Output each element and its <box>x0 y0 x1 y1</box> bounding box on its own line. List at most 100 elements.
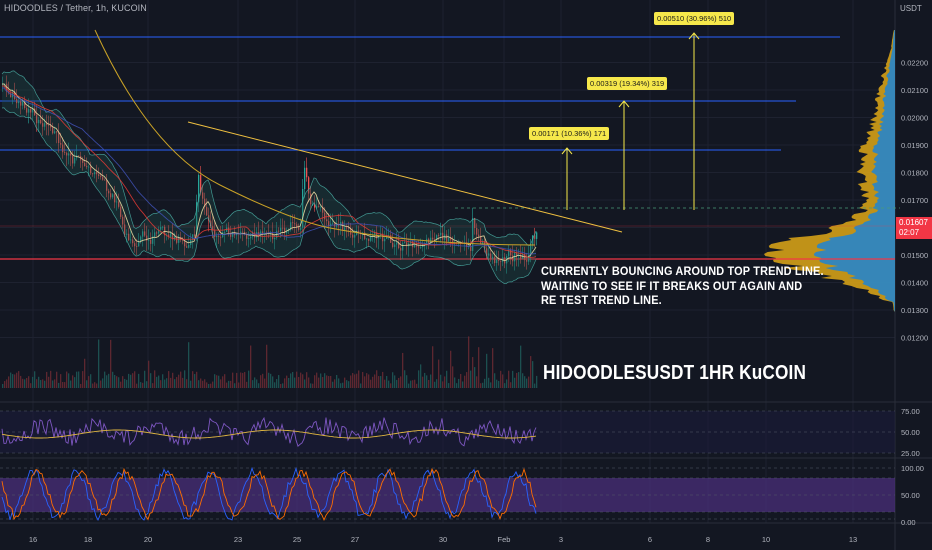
target-label-3: 0.00510 (30.96%) 510 <box>654 12 735 25</box>
volume-bar <box>64 382 66 388</box>
volume-bar <box>518 372 520 388</box>
volume-bar <box>488 377 490 388</box>
volume-bar <box>4 381 6 388</box>
volume-bar <box>390 383 392 388</box>
price-tick: 0.01800 <box>901 169 928 178</box>
volume-bar <box>194 374 196 388</box>
volume-bar <box>442 381 444 388</box>
volume-bar <box>12 374 14 388</box>
volume-bar <box>356 373 358 388</box>
volume-bar <box>516 372 518 388</box>
rsi-tick: 25.00 <box>901 449 920 458</box>
volume-bar <box>514 377 516 388</box>
volume-bar <box>240 372 242 388</box>
volume-bar <box>62 381 64 388</box>
volume-bar <box>216 375 218 388</box>
volume-bar <box>332 381 334 388</box>
volume-bar <box>98 339 100 388</box>
volume-bar <box>478 347 480 388</box>
volume-bar <box>178 374 180 388</box>
volume-bar <box>48 376 50 388</box>
price-tick: 0.01400 <box>901 279 928 288</box>
time-tick: 13 <box>849 535 857 544</box>
volume-bar <box>352 373 354 388</box>
time-tick: 6 <box>648 535 652 544</box>
volume-bar <box>238 382 240 388</box>
volume-bar <box>460 373 462 388</box>
volume-bar <box>404 370 406 388</box>
volume-bar <box>58 382 60 388</box>
volume-bar <box>190 380 192 388</box>
target-label-1: 0.00171 (10.36%) 171 <box>529 127 610 140</box>
target-arrows <box>561 32 700 210</box>
volume-bar <box>44 380 46 388</box>
volume-bar <box>122 376 124 388</box>
symbol-title: HIDOODLES / Tether, 1h, KUCOIN <box>4 3 147 13</box>
volume-bar <box>110 339 112 388</box>
current-price-tag: 0.01607 02:07 <box>896 217 932 239</box>
volume-bar <box>350 375 352 388</box>
volume-bar <box>502 374 504 388</box>
stoch-rsi-pane <box>0 466 895 522</box>
target-label-2: 0.00319 (19.34%) 319 <box>587 77 668 90</box>
volume-bar <box>30 383 32 388</box>
volume-bar <box>428 379 430 388</box>
volume-bar <box>184 370 186 388</box>
volume-bar <box>426 375 428 388</box>
stoch-tick: 0.00 <box>901 518 916 527</box>
volume-bar <box>498 380 500 388</box>
volume-bar <box>84 358 86 388</box>
volume-bar <box>462 381 464 388</box>
volume-bar <box>316 372 318 388</box>
note-line-3: RE TEST TREND LINE. <box>541 293 662 308</box>
volume-bar <box>300 372 302 388</box>
volume-bar <box>474 367 476 388</box>
price-tick: 0.02200 <box>901 59 928 68</box>
volume-bar <box>298 377 300 388</box>
volume-bar <box>82 371 84 388</box>
volume-bar <box>76 371 78 388</box>
volume-bar <box>328 376 330 388</box>
volume-bar <box>406 375 408 388</box>
volume-bar <box>42 379 44 388</box>
volume-bar <box>46 371 48 388</box>
volume-bar <box>134 371 136 388</box>
price-tick: 0.01200 <box>901 334 928 343</box>
volume-bar <box>524 376 526 388</box>
price-tick: 0.01900 <box>901 141 928 150</box>
volume-bar <box>320 373 322 388</box>
volume-bar <box>520 345 522 388</box>
band-fill <box>2 70 536 284</box>
volume-bar <box>156 376 158 388</box>
volume-bar <box>168 371 170 388</box>
volume-bar <box>116 376 118 388</box>
volume-bar <box>336 374 338 388</box>
volume-bar <box>104 371 106 388</box>
volume-bar <box>40 380 42 388</box>
volume-bar <box>466 372 468 388</box>
volume-bar <box>510 382 512 388</box>
volume-bar <box>24 379 26 388</box>
volume-bar <box>202 380 204 388</box>
volume-bar <box>296 371 298 388</box>
analysis-note: CURRENTLY BOUNCING AROUND TOP TREND LINE… <box>541 264 824 308</box>
time-tick: 23 <box>234 535 242 544</box>
volume-bar <box>16 372 18 388</box>
volume-bar <box>142 382 144 388</box>
volume-bar <box>400 376 402 388</box>
volume-bar <box>440 374 442 388</box>
price-tick: 0.02000 <box>901 114 928 123</box>
volume-bar <box>74 377 76 388</box>
volume-bar <box>144 370 146 388</box>
volume-bar <box>434 381 436 388</box>
volume-bar <box>290 373 292 388</box>
volume-bar <box>118 377 120 388</box>
time-tick: 30 <box>439 535 447 544</box>
volume-bar <box>106 375 108 388</box>
volume-bar <box>508 370 510 388</box>
volume-bar <box>536 375 538 388</box>
volume-bar <box>36 379 38 388</box>
volume-bar <box>192 371 194 388</box>
volume-bar <box>162 374 164 388</box>
volume-bar <box>264 378 266 388</box>
